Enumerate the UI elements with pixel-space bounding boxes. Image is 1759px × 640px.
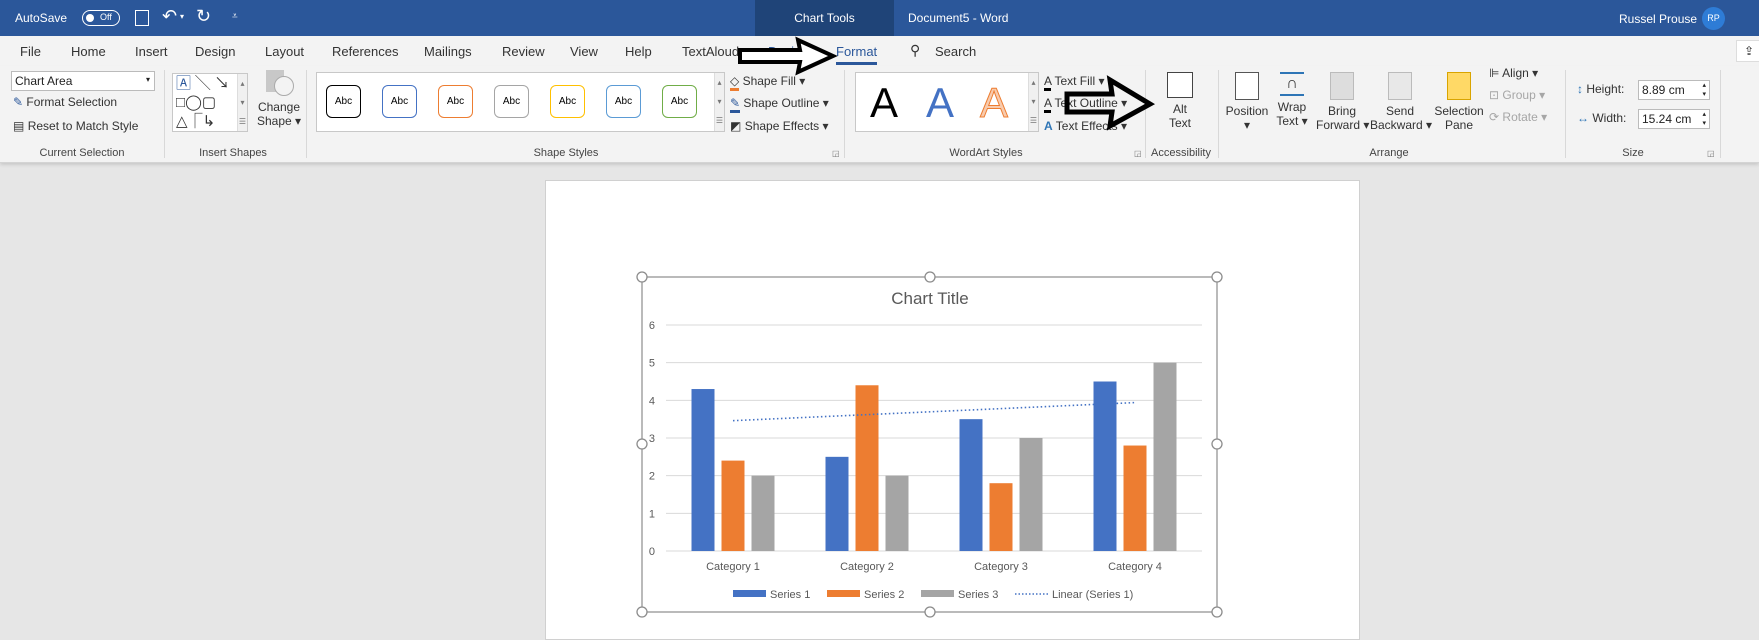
y-tick-label: 5 (649, 358, 655, 370)
resize-handle[interactable] (924, 271, 936, 283)
y-tick-label: 3 (649, 433, 655, 445)
y-tick-label: 2 (649, 471, 655, 483)
y-tick-label: 1 (649, 508, 655, 520)
legend-label: Series 1 (770, 589, 810, 601)
bar-series-3[interactable] (751, 475, 775, 551)
bar-series-3[interactable] (1153, 362, 1177, 551)
bar-series-2[interactable] (721, 460, 745, 551)
y-tick-label: 0 (649, 546, 655, 558)
legend-swatch (827, 590, 860, 597)
bar-series-3[interactable] (885, 475, 909, 551)
resize-handle[interactable] (1211, 606, 1223, 618)
resize-handle[interactable] (636, 438, 648, 450)
bar-series-1[interactable] (825, 456, 849, 551)
resize-handle[interactable] (924, 606, 936, 618)
legend-label: Series 3 (958, 589, 998, 601)
bar-series-3[interactable] (1019, 438, 1043, 551)
y-tick-label: 6 (649, 320, 655, 332)
legend-swatch (921, 590, 954, 597)
legend-label: Linear (Series 1) (1052, 589, 1133, 601)
legend-swatch (733, 590, 766, 597)
bar-series-2[interactable] (855, 385, 879, 551)
x-tick-label: Category 3 (974, 561, 1028, 573)
chart[interactable]: Chart Title 0 1 2 3 4 5 6 Category 1 Category 2 C… (0, 0, 1759, 634)
x-tick-label: Category 2 (840, 561, 894, 573)
bar-series-2[interactable] (1123, 445, 1147, 551)
resize-handle[interactable] (636, 271, 648, 283)
legend-label: Series 2 (864, 589, 904, 601)
x-tick-label: Category 1 (706, 561, 760, 573)
bar-series-1[interactable] (1093, 381, 1117, 552)
resize-handle[interactable] (1211, 271, 1223, 283)
x-tick-label: Category 4 (1108, 561, 1162, 573)
resize-handle[interactable] (1211, 438, 1223, 450)
bar-series-2[interactable] (989, 483, 1013, 551)
resize-handle[interactable] (636, 606, 648, 618)
bar-series-1[interactable] (691, 389, 715, 551)
chart-title[interactable]: Chart Title (891, 289, 968, 308)
y-tick-label: 4 (649, 395, 655, 407)
bar-series-1[interactable] (959, 419, 983, 551)
